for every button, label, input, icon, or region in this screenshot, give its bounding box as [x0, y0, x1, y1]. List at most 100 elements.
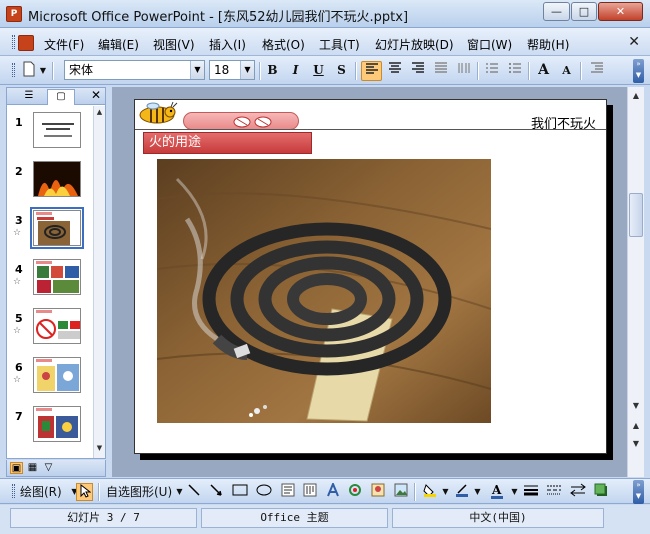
increase-font-button[interactable]: A	[533, 61, 554, 81]
scroll-down-icon[interactable]: ▼	[628, 399, 644, 413]
current-slide[interactable]: 我们不玩火 火的用途	[134, 99, 607, 454]
slide-subtitle[interactable]: 火的用途	[143, 132, 312, 154]
align-center-button[interactable]	[384, 61, 405, 81]
slides-pane: ☰ ▢ ✕ 1 2 3 ☆ 4 ☆ 5 ☆ 6 ☆ 7 ▲ ▼	[6, 87, 106, 459]
next-slide-icon[interactable]: ▼	[628, 437, 644, 451]
rectangle-tool-icon[interactable]	[231, 483, 248, 501]
chevron-down-icon[interactable]: ▼	[506, 483, 523, 501]
slide-thumbnail-row[interactable]: 4 ☆	[7, 259, 93, 303]
chevron-down-icon[interactable]: ▼	[469, 483, 486, 501]
menu-edit[interactable]: 编辑(E)	[98, 36, 139, 53]
italic-button[interactable]: I	[285, 61, 306, 81]
tab-outline[interactable]: ☰	[15, 89, 43, 105]
chevron-down-icon[interactable]: ▼	[437, 483, 454, 501]
slide-thumbnail-row[interactable]: 7	[7, 406, 93, 450]
slideshow-view-icon[interactable]: ▽	[42, 462, 55, 474]
line-tool-icon[interactable]	[185, 483, 202, 501]
menu-format[interactable]: 格式(O)	[262, 36, 305, 53]
toolbar-options-icon[interactable]: » ▼	[633, 480, 644, 504]
slide-thumbnail-row[interactable]: 5 ☆	[7, 308, 93, 352]
close-document-icon[interactable]: ✕	[628, 34, 640, 50]
line-color-icon[interactable]	[453, 483, 470, 501]
draw-menu-button[interactable]: 绘图(R)	[20, 483, 62, 501]
slide-thumbnail[interactable]	[33, 161, 81, 197]
new-document-icon[interactable]	[18, 61, 39, 81]
slide-thumbnail[interactable]	[33, 112, 81, 148]
scroll-up-icon[interactable]: ▲	[628, 89, 644, 103]
theme-name: Office 主题	[201, 508, 388, 528]
font-name-select[interactable]: 宋体 ▼	[64, 60, 205, 80]
diagram-icon[interactable]	[346, 483, 363, 501]
arrow-style-icon[interactable]	[569, 483, 586, 501]
powerpoint-app-icon[interactable]: P	[6, 6, 22, 22]
bold-button[interactable]: B	[262, 61, 283, 81]
toolbar-grip[interactable]	[12, 35, 15, 49]
chevron-down-icon[interactable]: ▼	[190, 61, 204, 79]
justify-button[interactable]	[430, 61, 451, 81]
slides-pane-scrollbar[interactable]: ▲ ▼	[93, 106, 105, 458]
menu-slideshow[interactable]: 幻灯片放映(D)	[375, 36, 454, 53]
close-window-button[interactable]: ✕	[598, 2, 643, 21]
scroll-thumb[interactable]	[629, 193, 643, 237]
slide-thumbnail-row[interactable]: 6 ☆	[7, 357, 93, 401]
slide-thumbnail-row[interactable]: 1	[7, 112, 93, 156]
slide-thumbnail[interactable]	[33, 357, 81, 393]
language-indicator: 中文(中国)	[392, 508, 604, 528]
scroll-up-icon[interactable]: ▲	[94, 108, 105, 120]
menu-view[interactable]: 视图(V)	[153, 36, 195, 53]
distribute-button[interactable]	[453, 61, 474, 81]
editor-scrollbar[interactable]: ▲ ▼ ▲ ▼	[627, 87, 644, 477]
maximize-button[interactable]: □	[571, 2, 597, 21]
shadow-style-icon[interactable]	[592, 483, 609, 501]
decrease-font-button[interactable]: A	[556, 61, 577, 81]
menu-window[interactable]: 窗口(W)	[467, 36, 512, 53]
menu-insert[interactable]: 插入(I)	[209, 36, 246, 53]
insert-picture-icon[interactable]	[392, 483, 409, 501]
font-color-icon[interactable]: A	[488, 483, 505, 501]
oval-tool-icon[interactable]	[255, 483, 272, 501]
menu-file[interactable]: 文件(F)	[44, 36, 84, 53]
align-right-button[interactable]	[407, 61, 428, 81]
animation-star-icon: ☆	[13, 228, 22, 238]
slide-thumbnail[interactable]	[33, 259, 81, 295]
arrow-tool-icon[interactable]	[207, 483, 224, 501]
close-pane-icon[interactable]: ✕	[91, 88, 101, 102]
align-left-button[interactable]	[361, 61, 382, 81]
slide-thumbnail-row[interactable]: 3 ☆	[7, 207, 93, 254]
toolbar-grip[interactable]	[12, 63, 15, 77]
font-size-select[interactable]: 18 ▼	[209, 60, 255, 80]
dash-style-icon[interactable]	[545, 483, 562, 501]
wordart-icon[interactable]	[324, 481, 341, 501]
toolbar-grip[interactable]	[12, 484, 15, 498]
scroll-down-icon[interactable]: ▼	[94, 444, 105, 456]
previous-slide-icon[interactable]: ▲	[628, 419, 644, 433]
minimize-button[interactable]: —	[543, 2, 570, 21]
slide-thumbnail[interactable]	[33, 406, 81, 442]
slide-thumbnail-row[interactable]: 2	[7, 161, 93, 205]
animation-star-icon: ☆	[13, 277, 22, 287]
tab-slides[interactable]: ▢	[47, 89, 75, 105]
slide-thumbnail-selected[interactable]	[30, 207, 84, 249]
underline-button[interactable]: U	[308, 61, 329, 81]
shadow-button[interactable]: S	[331, 61, 352, 81]
slide-sorter-view-icon[interactable]: ▦	[26, 462, 39, 474]
line-style-icon[interactable]	[522, 483, 539, 501]
autoshapes-button[interactable]: 自选图形(U)	[106, 483, 172, 501]
chevron-down-icon[interactable]: ▼	[38, 61, 48, 81]
chevron-down-icon[interactable]: ▼	[240, 61, 254, 79]
mosquito-coil-photo[interactable]	[157, 159, 491, 423]
vertical-textbox-icon[interactable]	[301, 483, 318, 501]
normal-view-icon[interactable]: ▣	[10, 462, 23, 474]
slide-thumbnail[interactable]	[33, 308, 81, 344]
bullet-list-icon[interactable]	[504, 61, 525, 81]
toolbar-options-icon[interactable]: » ▼	[633, 59, 644, 83]
fill-color-icon[interactable]	[421, 483, 438, 501]
document-icon[interactable]	[18, 35, 34, 51]
menu-tools[interactable]: 工具(T)	[319, 36, 360, 53]
numbered-list-icon[interactable]	[481, 61, 502, 81]
textbox-tool-icon[interactable]	[279, 483, 296, 501]
clipart-icon[interactable]	[369, 483, 386, 501]
indent-icon[interactable]	[586, 61, 607, 81]
select-pointer-icon[interactable]	[76, 483, 93, 501]
menu-help[interactable]: 帮助(H)	[527, 36, 569, 53]
